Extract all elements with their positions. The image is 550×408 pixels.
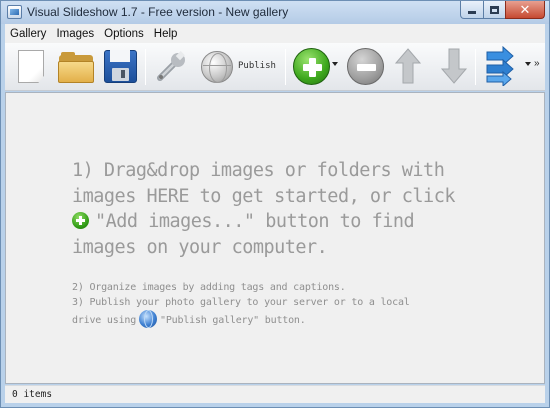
- item-count: 0 items: [12, 389, 53, 400]
- menu-options[interactable]: Options: [99, 28, 149, 40]
- title-bar[interactable]: Visual Slideshow 1.7 - Free version - Ne…: [1, 1, 549, 24]
- new-page-icon: [18, 50, 44, 83]
- settings-button[interactable]: [151, 46, 191, 88]
- arrow-down-icon: [440, 48, 468, 84]
- new-gallery-button[interactable]: [13, 46, 49, 88]
- move-up-button[interactable]: [393, 46, 423, 88]
- toolbar-separator: [285, 49, 286, 85]
- close-button[interactable]: ✕: [505, 1, 545, 19]
- move-arrow-icon: [486, 45, 514, 88]
- menu-images[interactable]: Images: [51, 28, 99, 40]
- move-down-button[interactable]: [439, 46, 469, 88]
- close-icon: ✕: [519, 2, 531, 17]
- move-dropdown-arrow-icon[interactable]: [525, 62, 531, 66]
- hint-line: images on your computer.: [72, 236, 328, 258]
- tip-line: 2) Organize images by adding tags and ca…: [72, 282, 346, 293]
- toolbar-overflow-icon[interactable]: »: [534, 58, 539, 69]
- minimize-button[interactable]: [460, 1, 484, 19]
- toolbar-separator: [145, 49, 146, 85]
- wrench-icon: [157, 51, 185, 81]
- remove-images-button[interactable]: [345, 46, 385, 88]
- tips: 2) Organize images by adding tags and ca…: [72, 281, 532, 329]
- menu-bar: Gallery Images Options Help: [5, 24, 545, 43]
- status-bar: 0 items: [5, 385, 545, 403]
- toolbar: Publish »: [5, 43, 545, 91]
- remove-minus-icon: [347, 48, 384, 85]
- publish-label: Publish: [238, 61, 276, 71]
- drop-area[interactable]: 1) Drag&drop images or folders with imag…: [5, 92, 545, 384]
- add-images-button[interactable]: [291, 46, 330, 88]
- move-to-button[interactable]: [483, 45, 515, 88]
- app-window: Visual Slideshow 1.7 - Free version - Ne…: [0, 0, 550, 408]
- globe-icon: [201, 51, 233, 83]
- globe-icon: [139, 310, 158, 328]
- arrow-up-icon: [394, 48, 422, 84]
- menu-help[interactable]: Help: [149, 28, 183, 40]
- hint-line: images HERE to get started, or click: [72, 185, 455, 207]
- drop-hint: 1) Drag&drop images or folders with imag…: [72, 158, 522, 260]
- maximize-button[interactable]: [483, 1, 506, 19]
- app-icon[interactable]: [7, 5, 22, 19]
- add-dropdown-arrow-icon[interactable]: [332, 62, 338, 66]
- open-gallery-button[interactable]: [56, 46, 96, 88]
- tip-line: 3) Publish your photo gallery to your se…: [72, 296, 410, 308]
- hint-line: "Add images..." button to find: [72, 209, 522, 235]
- toolbar-separator: [475, 49, 476, 85]
- tip-line: drive using "Publish gallery" button.: [72, 310, 532, 329]
- minimize-icon: [468, 11, 476, 14]
- add-plus-icon: [293, 48, 330, 85]
- hint-line: 1) Drag&drop images or folders with: [72, 160, 445, 181]
- save-gallery-button[interactable]: [101, 46, 139, 88]
- add-plus-icon: [72, 212, 89, 229]
- maximize-icon: [490, 5, 499, 14]
- window-title: Visual Slideshow 1.7 - Free version - Ne…: [27, 5, 289, 19]
- menu-gallery[interactable]: Gallery: [5, 28, 51, 40]
- publish-button[interactable]: Publish: [198, 46, 280, 88]
